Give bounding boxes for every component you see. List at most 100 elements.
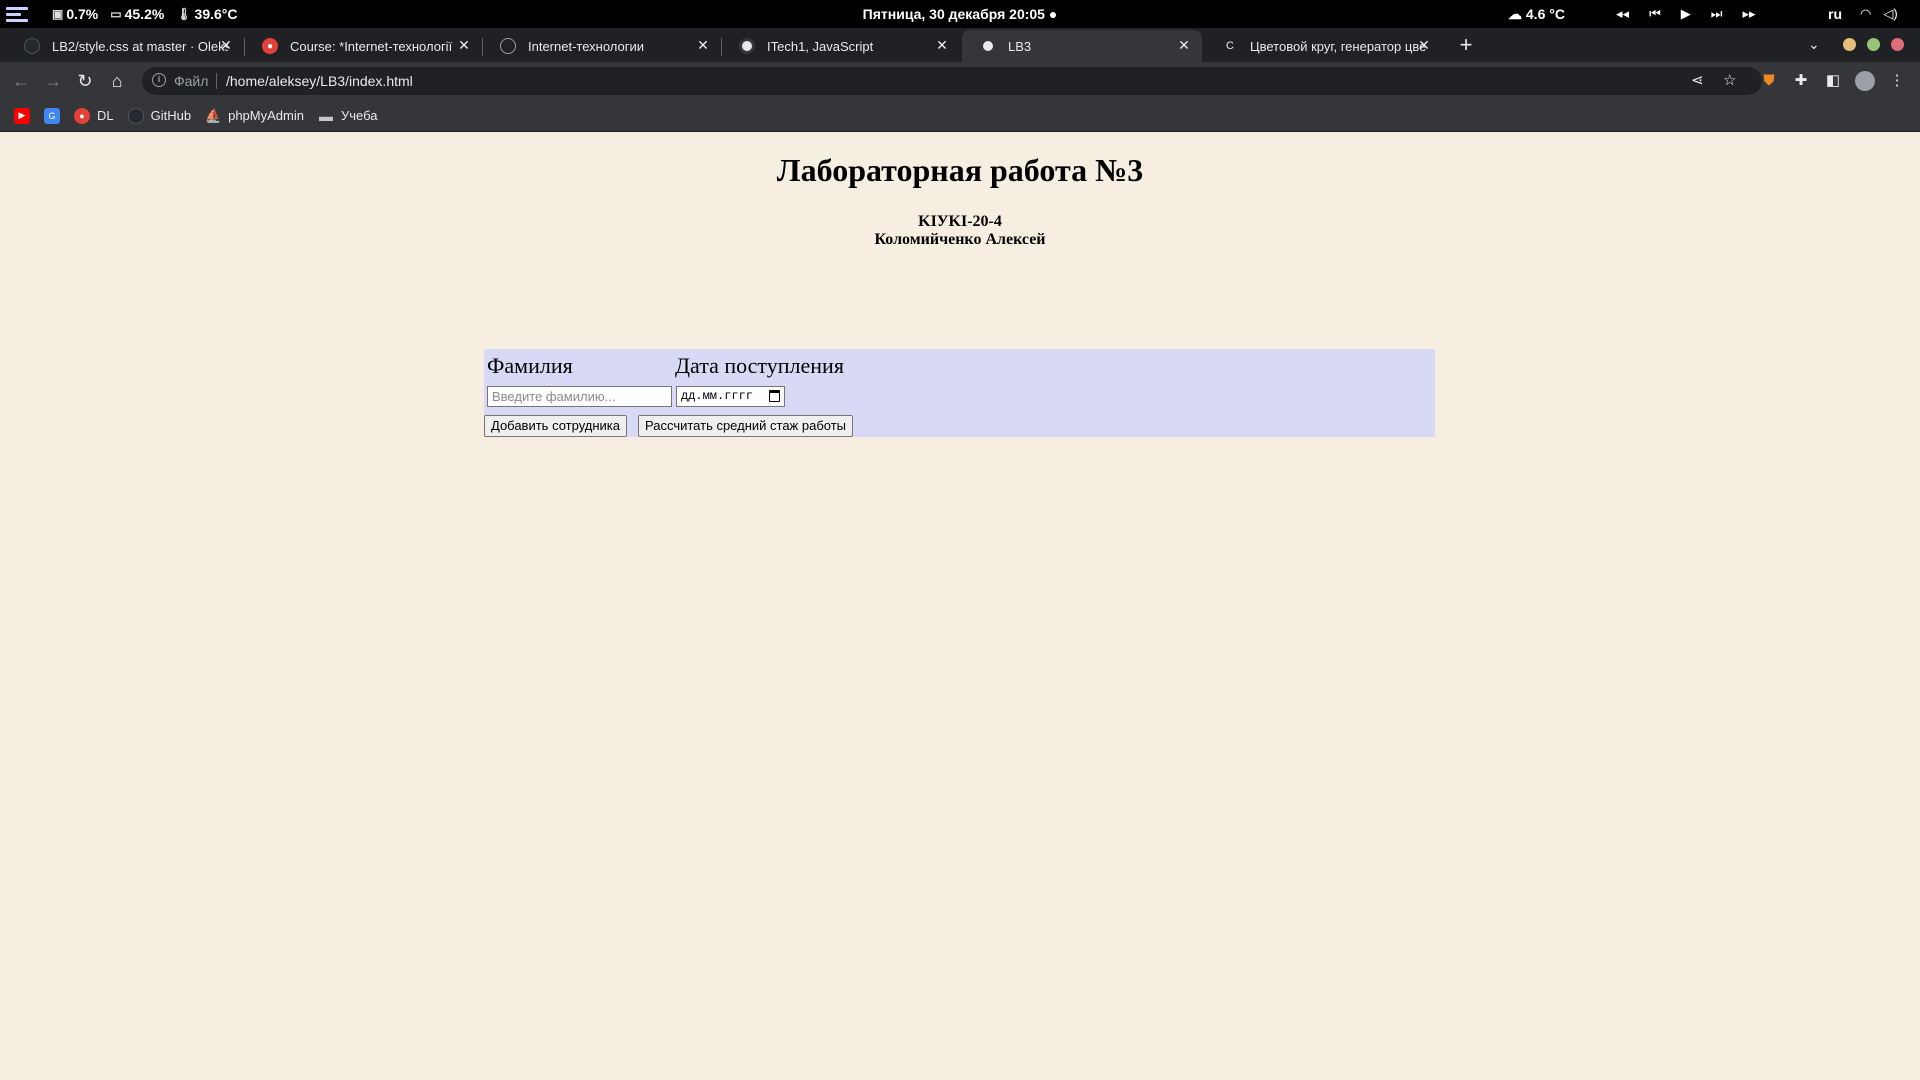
divider: [216, 73, 217, 89]
play-icon[interactable]: ▶: [1681, 6, 1691, 22]
memory-icon: ▭: [110, 7, 122, 21]
date-label: Дата поступления: [675, 353, 844, 378]
rewind-icon[interactable]: ◂◂: [1616, 6, 1629, 22]
weather-value: 4.6 °C: [1525, 6, 1565, 22]
cloud-icon: ☁︎: [1508, 6, 1522, 22]
color-wheel-icon: C: [1222, 38, 1238, 54]
avatar[interactable]: [1855, 71, 1875, 91]
weather[interactable]: ☁︎ 4.6 °C: [1508, 0, 1565, 28]
maximize-button[interactable]: [1867, 38, 1880, 51]
globe-icon: [980, 38, 996, 54]
close-window-button[interactable]: [1891, 38, 1904, 51]
bookmark-dl[interactable]: ● DL: [74, 107, 114, 124]
tab-title: Course: *Internet-технології: [290, 38, 453, 54]
temperature-stat: 🌡︎ 39.6°C: [176, 6, 237, 22]
side-panel-icon[interactable]: ◧: [1823, 71, 1843, 91]
date-input[interactable]: дд.мм.гггг: [676, 386, 785, 407]
github-icon: [127, 107, 144, 124]
folder-icon: ▬: [318, 107, 333, 124]
address-bar[interactable]: i Файл /home/aleksey/LB3/index.html ⋖ ☆: [142, 67, 1762, 95]
youtube-icon: ▶: [14, 107, 30, 124]
forward-arrow-icon[interactable]: →: [40, 68, 66, 94]
phpmyadmin-icon: ⛵: [205, 107, 222, 123]
date-placeholder: дд.мм.гггг: [681, 389, 754, 403]
globe-icon: [739, 38, 755, 54]
close-icon[interactable]: ✕: [934, 37, 950, 54]
bookmark-label: Учеба: [340, 108, 378, 123]
surname-label: Фамилия: [487, 353, 573, 378]
author-label: Коломийченко Алексей: [874, 231, 1046, 248]
close-icon[interactable]: ✕: [1176, 37, 1192, 54]
bookmark-youtube[interactable]: ▶: [14, 107, 30, 124]
back-arrow-icon[interactable]: ←: [8, 68, 34, 94]
chevron-down-icon[interactable]: ⌄: [1808, 36, 1820, 53]
tab-title: LB3: [1008, 38, 1032, 54]
home-icon[interactable]: ⌂: [104, 68, 130, 94]
temperature-value: 39.6°C: [194, 6, 238, 22]
tab-lb3[interactable]: LB3 ✕: [962, 30, 1202, 62]
calc-average-experience-button[interactable]: Рассчитать средний стаж работы: [638, 415, 854, 437]
close-icon[interactable]: ✕: [695, 37, 711, 54]
group-label: KIУKI-20-4: [918, 213, 1002, 230]
memory-value: 45.2%: [124, 6, 165, 22]
tab-title: Цветовой круг, генератор цве: [1250, 38, 1426, 54]
wifi-icon[interactable]: ◠: [1860, 6, 1871, 22]
bookmark-folder-ucheba[interactable]: ▬ Учеба: [318, 108, 378, 124]
system-stats: ▣ 0.7% ▭ 45.2% 🌡︎ 39.6°C: [52, 0, 238, 28]
brave-shield-icon[interactable]: ⛊: [1759, 71, 1779, 91]
github-icon: [24, 38, 40, 54]
share-icon[interactable]: ⋖: [1691, 71, 1704, 89]
page-title: Лабораторная работа №3: [776, 152, 1144, 188]
employee-form: Фамилия Дата поступления дд.мм.гггг Доба…: [484, 349, 1435, 437]
info-icon[interactable]: i: [152, 73, 166, 87]
add-employee-button[interactable]: Добавить сотрудника: [484, 415, 627, 437]
thermometer-icon: 🌡︎: [176, 7, 192, 21]
system-top-bar: ▣ 0.7% ▭ 45.2% 🌡︎ 39.6°C Пятница, 30 декабр…: [0, 0, 1920, 28]
keyboard-layout[interactable]: ru: [1828, 0, 1842, 28]
bookmarks-bar: ▶ G ● DL GitHub ⛵ phpMyAdmin ▬ Учеба: [0, 100, 1920, 132]
close-icon[interactable]: ✕: [1416, 37, 1432, 54]
cpu-icon: ▣: [52, 7, 64, 21]
browser-toolbar: ← → ↻ ⌂ i Файл /home/aleksey/LB3/index.h…: [0, 62, 1920, 100]
bookmark-translate[interactable]: G: [44, 107, 60, 124]
tab-itech1[interactable]: ITech1, JavaScript ✕: [721, 30, 960, 62]
cpu-value: 0.7%: [66, 6, 99, 22]
more-menu-icon[interactable]: ⋮: [1887, 71, 1907, 91]
dl-icon: ●: [74, 107, 90, 124]
tab-title: Internet-технологии: [528, 38, 645, 54]
bookmark-label: GitHub: [150, 108, 192, 123]
reload-icon[interactable]: ↻: [72, 68, 98, 94]
system-tray: ◠ ◁): [1860, 0, 1898, 28]
tab-title: LB2/style.css at master · Oleks: [52, 38, 228, 54]
volume-icon[interactable]: ◁): [1883, 6, 1897, 22]
extensions-icon[interactable]: ✚: [1791, 71, 1811, 91]
bookmark-phpmyadmin[interactable]: ⛵ phpMyAdmin: [205, 108, 304, 124]
tab-color-wheel[interactable]: C Цветовой круг, генератор цве ✕: [1204, 30, 1442, 62]
tab-strip: LB2/style.css at master · Oleks ✕ ● Cour…: [0, 28, 1920, 62]
translate-icon: G: [44, 107, 60, 124]
new-tab-button[interactable]: +: [1455, 34, 1477, 56]
tab-course[interactable]: ● Course: *Internet-технології ✕: [244, 30, 483, 62]
close-icon[interactable]: ✕: [218, 37, 234, 54]
memory-stat: ▭ 45.2%: [110, 6, 164, 22]
prev-icon[interactable]: ⏮︎: [1649, 6, 1661, 22]
bookmark-label: phpMyAdmin: [228, 108, 304, 123]
next-icon[interactable]: ⏭︎: [1711, 6, 1723, 22]
close-icon[interactable]: ✕: [456, 37, 472, 54]
surname-input[interactable]: [487, 386, 672, 407]
bookmark-github[interactable]: GitHub: [127, 107, 192, 124]
file-scheme-label: Файл: [174, 73, 209, 89]
globe-icon: [500, 38, 516, 54]
menu-icon[interactable]: [6, 4, 28, 24]
media-controls: ◂◂ ⏮︎ ▶ ⏭︎ ▸▸: [1616, 0, 1756, 28]
moodle-icon: ●: [262, 38, 278, 54]
tab-internet-tech[interactable]: Internet-технологии ✕: [482, 30, 722, 62]
minimize-button[interactable]: [1843, 38, 1856, 51]
tab-github-style-css[interactable]: LB2/style.css at master · Oleks ✕: [6, 30, 245, 62]
calendar-icon[interactable]: [769, 390, 780, 402]
tab-title: ITech1, JavaScript: [767, 38, 874, 54]
bookmark-label: DL: [97, 108, 114, 123]
url-text[interactable]: /home/aleksey/LB3/index.html: [226, 73, 413, 89]
forward-icon[interactable]: ▸▸: [1742, 6, 1755, 22]
star-icon[interactable]: ☆: [1723, 71, 1736, 89]
